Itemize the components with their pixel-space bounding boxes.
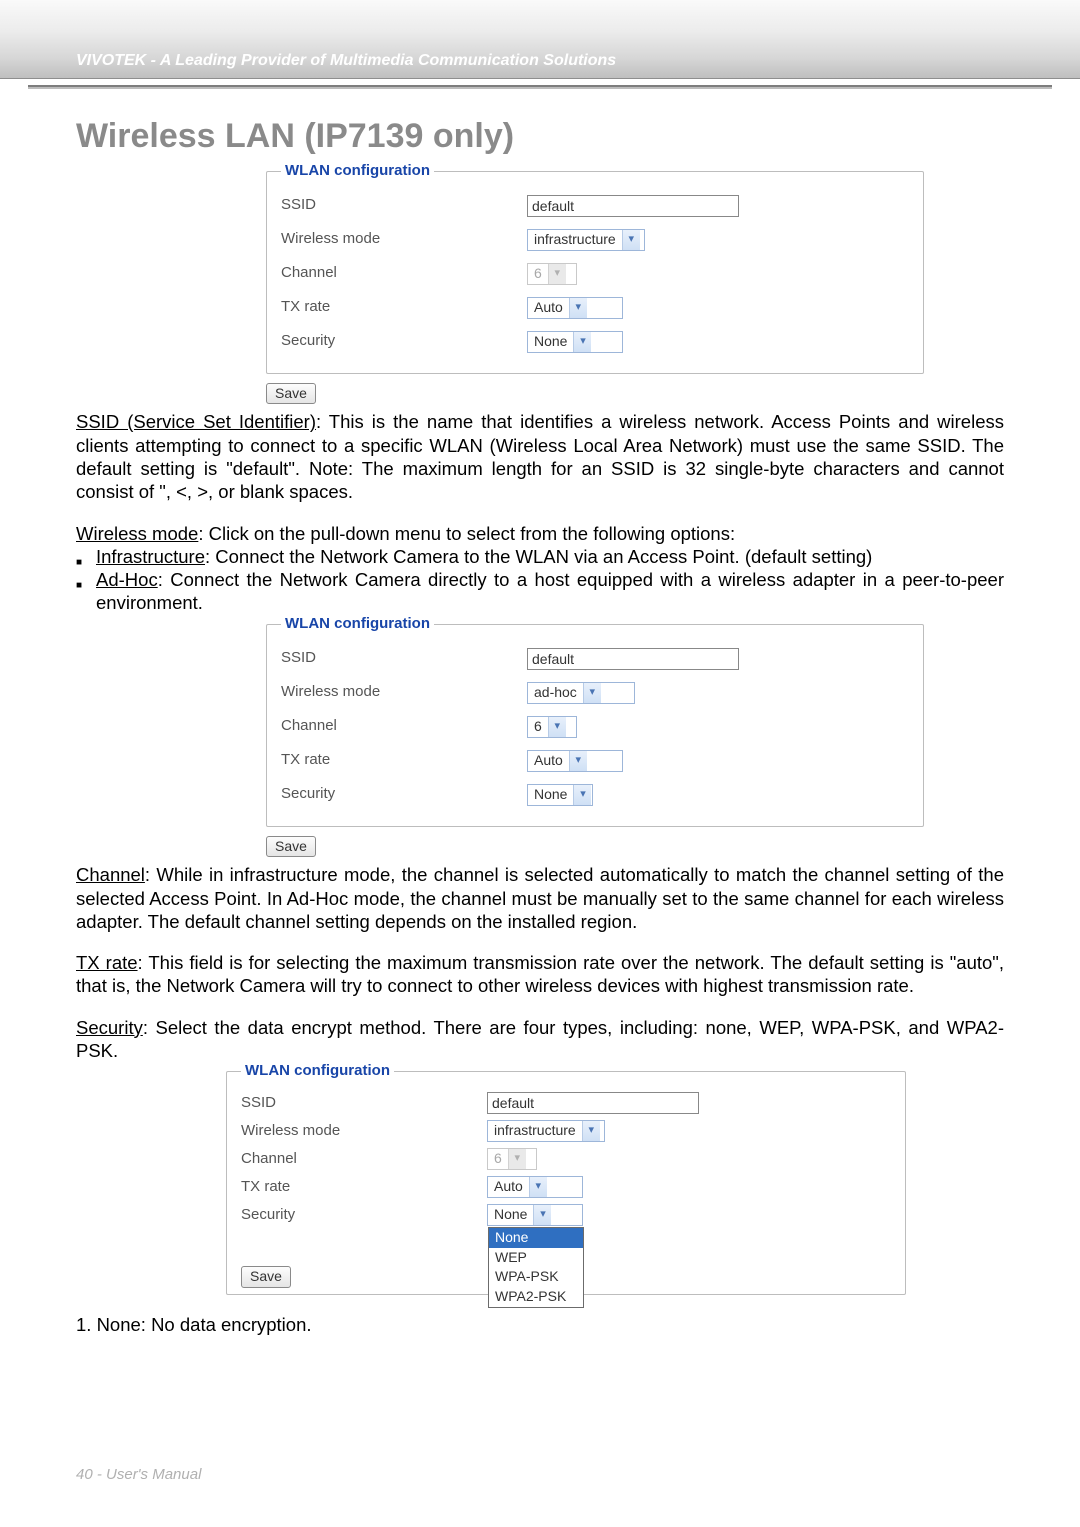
adhoc-body: : Connect the Network Camera directly to… [96,569,1004,613]
wlan-legend: WLAN configuration [281,162,434,181]
page-header: VIVOTEK - A Leading Provider of Multimed… [0,0,1080,78]
label-txrate: TX rate [281,298,527,317]
infra-term: Infrastructure [96,546,205,567]
security-option[interactable]: WEP [489,1248,583,1268]
security-value: None [528,333,573,351]
txrate-select[interactable]: Auto ▾ [487,1176,583,1198]
channel-paragraph: Channel: While in infrastructure mode, t… [76,863,1004,933]
chevron-down-icon: ▾ [573,785,591,805]
wlan-panel-1: WLAN configuration SSID Wireless mode in… [266,162,924,374]
label-security: Security [281,785,527,804]
wlan-panel-2: WLAN configuration SSID Wireless mode ad… [266,615,924,827]
wlan-panel-3: WLAN configuration SSID Wireless mode in… [226,1062,906,1295]
security-option[interactable]: WPA-PSK [489,1267,583,1287]
chevron-down-icon: ▾ [548,717,566,737]
save-button[interactable]: Save [241,1266,291,1288]
wireless-mode-select[interactable]: infrastructure ▾ [487,1120,605,1142]
chevron-down-icon: ▾ [569,298,587,318]
ssid-input[interactable] [487,1092,699,1114]
chevron-down-icon: ▾ [569,751,587,771]
security-select[interactable]: None ▾ [527,784,593,806]
channel-value: 6 [488,1150,508,1168]
security-option[interactable]: WPA2-PSK [489,1287,583,1307]
security-body: : Select the data encrypt method. There … [76,1017,1004,1061]
label-wireless-mode: Wireless mode [241,1122,487,1141]
chevron-down-icon: ▾ [622,230,640,250]
security-value: None [528,786,573,804]
save-button[interactable]: Save [266,836,316,858]
wireless-mode-paragraph: Wireless mode: Click on the pull-down me… [76,522,1004,545]
chevron-down-icon: ▾ [582,1121,600,1141]
security-select[interactable]: None ▾ None WEP WPA-PSK WPA2-PSK [487,1204,583,1226]
wireless-mode-value: infrastructure [488,1122,582,1140]
wm-body: : Click on the pull-down menu to select … [198,523,735,544]
chevron-down-icon: ▾ [583,683,601,703]
chevron-down-icon: ▾ [533,1205,551,1225]
label-ssid: SSID [281,196,527,215]
infra-body: : Connect the Network Camera to the WLAN… [205,546,872,567]
save-button[interactable]: Save [266,383,316,405]
channel-value: 6 [528,265,548,283]
security-term: Security [76,1017,143,1038]
channel-body: : While in infrastructure mode, the chan… [76,864,1004,932]
security-value: None [488,1206,533,1224]
brand-line: VIVOTEK - A Leading Provider of Multimed… [76,52,616,69]
chevron-down-icon: ▾ [548,264,566,284]
txrate-select[interactable]: Auto ▾ [527,297,623,319]
channel-select[interactable]: 6 ▾ [527,716,577,738]
section-title: Wireless LAN (IP7139 only) [76,115,1004,158]
label-wireless-mode: Wireless mode [281,683,527,702]
txrate-term: TX rate [76,952,138,973]
label-txrate: TX rate [281,751,527,770]
wm-term: Wireless mode [76,523,198,544]
adhoc-term: Ad-Hoc [96,569,158,590]
label-security: Security [281,332,527,351]
txrate-value: Auto [528,299,569,317]
wireless-mode-value: infrastructure [528,231,622,249]
security-select[interactable]: None ▾ [527,331,623,353]
wlan-legend: WLAN configuration [241,1062,394,1081]
channel-term: Channel [76,864,145,885]
security-paragraph: Security: Select the data encrypt method… [76,1016,1004,1063]
none-item: 1. None: No data encryption. [76,1313,1004,1336]
chevron-down-icon: ▾ [529,1177,547,1197]
wlan-legend: WLAN configuration [281,615,434,634]
txrate-body: : This field is for selecting the maximu… [76,952,1004,996]
label-ssid: SSID [281,649,527,668]
channel-value: 6 [528,718,548,736]
ssid-input[interactable] [527,648,739,670]
label-ssid: SSID [241,1094,487,1113]
channel-select: 6 ▾ [527,263,577,285]
label-wireless-mode: Wireless mode [281,230,527,249]
chevron-down-icon: ▾ [508,1149,526,1169]
txrate-value: Auto [488,1178,529,1196]
wireless-mode-select[interactable]: infrastructure ▾ [527,229,645,251]
channel-select: 6 ▾ [487,1148,537,1170]
wireless-mode-select[interactable]: ad-hoc ▾ [527,682,635,704]
ssid-input[interactable] [527,195,739,217]
label-security: Security [241,1206,487,1225]
label-channel: Channel [281,264,527,283]
page-footer: 40 - User's Manual [76,1466,201,1483]
wireless-mode-value: ad-hoc [528,684,583,702]
security-option[interactable]: None [489,1228,583,1248]
label-channel: Channel [241,1150,487,1169]
label-channel: Channel [281,717,527,736]
label-txrate: TX rate [241,1178,487,1197]
ssid-paragraph: SSID (Service Set Identifier): This is t… [76,410,1004,503]
txrate-select[interactable]: Auto ▾ [527,750,623,772]
ssid-term: SSID (Service Set Identifier) [76,411,316,432]
txrate-paragraph: TX rate: This field is for selecting the… [76,951,1004,998]
mode-list: Infrastructure: Connect the Network Came… [76,545,1004,615]
txrate-value: Auto [528,752,569,770]
chevron-down-icon: ▾ [573,332,591,352]
security-dropdown-list: None WEP WPA-PSK WPA2-PSK [488,1227,584,1308]
